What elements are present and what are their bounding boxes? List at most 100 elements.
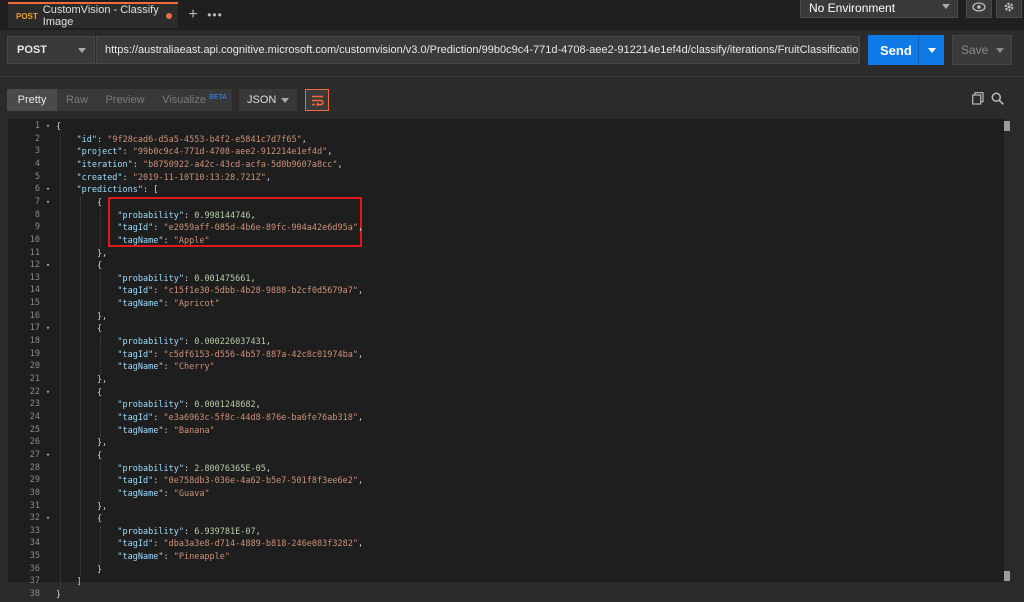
response-view-tabs: Pretty Raw Preview Visualize BETA	[7, 89, 232, 111]
format-label: JSON	[247, 94, 277, 106]
method-label: POST	[17, 44, 47, 56]
code-token: :	[183, 400, 195, 411]
code-token: "dba3a3e8-d714-4889-b818-246e083f3282"	[163, 539, 358, 550]
code-token: "99b0c9c4-771d-4708-aee2-912214e1ef4d"	[132, 147, 328, 158]
tab-raw[interactable]: Raw	[57, 89, 97, 111]
tab-visualize[interactable]: Visualize BETA	[157, 89, 232, 111]
url-input[interactable]: https://australiaeast.api.cognitive.micr…	[96, 36, 860, 64]
fold-toggle-icon[interactable]: ▾	[44, 122, 52, 130]
save-options-chevron-icon[interactable]	[996, 48, 1004, 53]
code-token: "probability"	[117, 273, 184, 284]
unsaved-dot-icon	[166, 13, 172, 19]
code-token: ,	[265, 337, 271, 348]
code-line: },	[56, 374, 107, 387]
code-line: }	[56, 589, 61, 602]
scrollbar-thumb[interactable]	[1004, 121, 1010, 131]
code-token: "iteration"	[76, 159, 133, 170]
code-token: "Guava"	[173, 488, 210, 499]
code-token: :	[163, 552, 174, 563]
line-number: 32	[29, 513, 40, 524]
tab-pretty[interactable]: Pretty	[7, 89, 57, 111]
manage-environments-button[interactable]	[996, 0, 1022, 18]
code-token: "Apricot"	[173, 299, 220, 310]
code-token: {	[56, 261, 103, 272]
code-token: "b8750922-a42c-43cd-acfa-5d0b9607a8cc"	[143, 159, 338, 170]
code-line: "tagName": "Cherry"	[56, 361, 214, 374]
code-token: "tagId"	[117, 476, 154, 487]
scrollbar-thumb-bottom[interactable]	[1004, 571, 1010, 581]
line-number: 23	[29, 399, 40, 410]
fold-toggle-icon[interactable]: ▾	[44, 198, 52, 206]
code-token: :	[153, 349, 164, 360]
code-token: "predictions"	[76, 185, 144, 196]
code-token: :	[163, 488, 174, 499]
code-token: :	[122, 172, 133, 183]
code-token: 0.998144746	[194, 210, 251, 221]
tab-preview[interactable]: Preview	[97, 89, 153, 111]
method-select[interactable]: POST	[7, 36, 95, 64]
response-body-editor[interactable]: 1 2 3 4 5 6 7 8 9 10 11 12 13 14 15 16 17 18 19 20 21 22 23 24 2…	[8, 119, 1012, 600]
fold-toggle-icon[interactable]: ▾	[44, 514, 52, 522]
environment-quick-look-button[interactable]	[966, 0, 992, 18]
line-number: 13	[29, 272, 40, 283]
line-number: 2	[34, 133, 40, 144]
code-token: ,	[327, 147, 333, 158]
new-tab-plus-icon[interactable]: +	[182, 3, 204, 27]
save-button[interactable]: Save	[952, 35, 1012, 65]
code-token: :	[183, 273, 195, 284]
fold-toggle-icon[interactable]: ▾	[44, 261, 52, 269]
code-token: ,	[357, 476, 364, 487]
code-token: ,	[357, 349, 364, 360]
code-token: ]	[56, 577, 82, 588]
code-token: :	[163, 362, 174, 373]
format-select[interactable]: JSON	[239, 89, 297, 111]
code-token: "tagName"	[117, 299, 164, 310]
wrap-lines-button[interactable]	[305, 89, 329, 111]
line-number: 37	[29, 576, 40, 587]
fold-toggle-icon[interactable]: ▾	[44, 324, 52, 332]
line-number: 18	[29, 336, 40, 347]
copy-icon[interactable]	[972, 92, 984, 105]
code-line: "id": "9f28cad6-d5a5-4553-b4f2-e5841c7d7…	[56, 134, 306, 147]
code-line: "probability": 0.998144746,	[56, 210, 256, 223]
code-token: ,	[250, 210, 256, 221]
search-icon[interactable]	[991, 92, 1004, 105]
code-token: "probability"	[117, 210, 184, 221]
code-token: {	[56, 197, 103, 208]
line-number: 19	[29, 348, 40, 359]
request-tab[interactable]: POST CustomVision - Classify Image	[8, 2, 178, 28]
vertical-scrollbar[interactable]	[1004, 119, 1012, 582]
line-number: 27	[29, 449, 40, 460]
more-tabs-icon[interactable]: •••	[204, 3, 226, 27]
fold-toggle-icon[interactable]: ▾	[44, 451, 52, 459]
send-button[interactable]: Send	[868, 35, 944, 65]
code-token: ,	[357, 223, 364, 234]
send-options-chevron-icon[interactable]	[928, 48, 936, 53]
fold-toggle-icon[interactable]: ▾	[44, 388, 52, 396]
code-token: :	[163, 235, 174, 246]
code-token: :	[153, 286, 164, 297]
code-line: {	[56, 513, 102, 526]
code-line: {	[56, 260, 102, 273]
code-line: "tagName": "Banana"	[56, 425, 214, 438]
code-token: 2.80076365E-05	[194, 463, 266, 474]
code-token: ,	[265, 463, 271, 474]
line-number: 1	[34, 121, 40, 131]
environment-select[interactable]: No Environment	[800, 0, 958, 18]
fold-toggle-icon[interactable]: ▾	[44, 185, 52, 193]
code-line: "tagId": "0e758db3-036e-4a62-b5e7-501f8f…	[56, 475, 363, 488]
line-number: 6	[34, 184, 40, 195]
code-token: "tagId"	[117, 539, 154, 550]
